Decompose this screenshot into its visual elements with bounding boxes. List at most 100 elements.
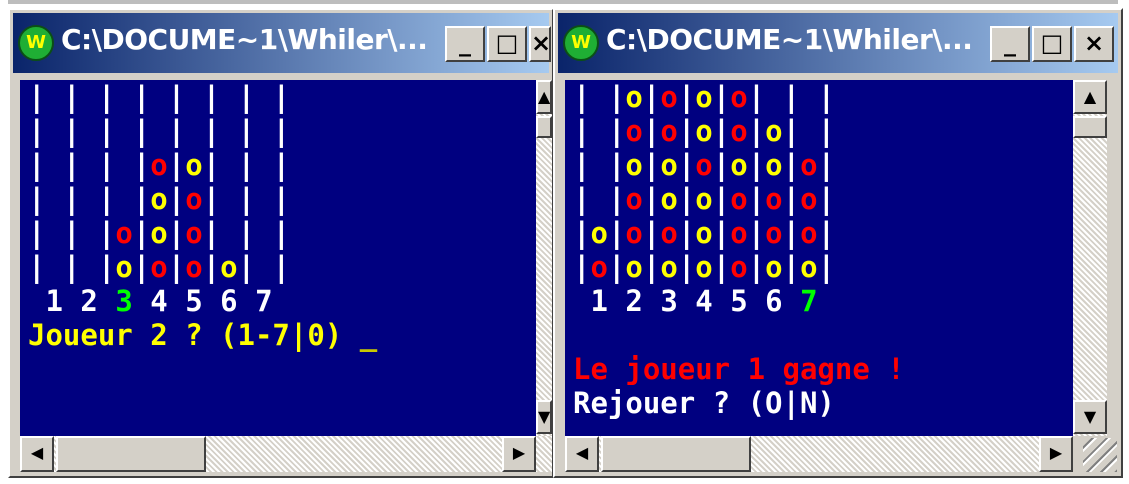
board-separator: | [167,250,186,284]
replay-prompt: Rejouer ? (O|N) [573,386,835,420]
yellow-disc: o [695,114,713,148]
board-separator: | [573,80,591,114]
empty-cell [590,114,607,148]
yellow-disc: o [185,148,203,182]
minimize-button[interactable]: _ [445,26,485,62]
horizontal-scrollbar[interactable]: ◀ ▶ [565,436,1073,472]
close-icon: × [531,29,551,57]
column-number: 4 [695,284,713,318]
console-text: | | | | | | | | | | | | | | | | | | | |o… [28,80,377,352]
empty-cell [45,114,62,148]
title-bar[interactable]: W C:\DOCUME~1\Whiler\... _ □ × [558,13,1118,73]
board-separator: | [677,148,696,182]
column-number: 5 [185,284,203,318]
red-disc: o [765,182,783,216]
empty-cell [255,80,272,114]
board-separator: | [202,182,221,216]
board-separator: | [817,250,836,284]
empty-cell [150,80,167,114]
board-separator: | [97,182,116,216]
resize-grip[interactable] [1083,438,1117,472]
yellow-disc: o [695,80,713,114]
board-separator: | [782,216,801,250]
board-separator: | [817,114,836,148]
board-separator: | [62,182,81,216]
board-separator: | [97,80,116,114]
maximize-icon: □ [495,29,519,57]
title-bar[interactable]: W C:\DOCUME~1\Whiler\... _ □ × [13,13,551,73]
board-row: | | | | | | | | [28,114,290,148]
app-icon[interactable]: W [563,25,599,61]
maximize-button[interactable]: □ [487,26,527,62]
board-separator: | [573,250,591,284]
board-separator: | [712,250,731,284]
scroll-down-button[interactable]: ▼ [536,400,552,434]
yellow-disc: o [150,216,168,250]
vertical-scrollbar[interactable]: ▲ ▼ [536,80,552,436]
board-separator: | [62,114,81,148]
vertical-scrollbar[interactable]: ▲ ▼ [1073,80,1107,436]
yellow-disc: o [800,250,818,284]
scroll-left-button[interactable]: ◀ [20,436,54,472]
empty-cell [185,114,202,148]
board-separator: | [712,80,731,114]
board-separator: | [237,80,256,114]
board-row: | |o|o|o|o| | | [573,80,835,114]
scroll-right-button[interactable]: ▶ [1039,436,1073,472]
red-disc: o [730,216,748,250]
yellow-disc: o [730,148,748,182]
minimize-button[interactable]: _ [990,26,1030,62]
board-separator: | [607,182,626,216]
board-separator: | [782,148,801,182]
board-separator: | [642,114,661,148]
scroll-thumb[interactable] [1073,116,1107,138]
close-button[interactable]: × [1074,26,1114,62]
empty-cell [255,250,272,284]
hscroll-thumb[interactable] [56,436,206,472]
console-window-left[interactable]: W C:\DOCUME~1\Whiler\... _ □ × | | | | |… [8,8,554,478]
red-disc: o [695,148,713,182]
board-separator: | [782,250,801,284]
scroll-up-button[interactable]: ▲ [536,80,552,114]
yellow-disc: o [765,114,783,148]
close-button[interactable]: × [529,26,551,62]
board-separator: | [132,80,151,114]
horizontal-scrollbar[interactable]: ◀ ▶ [20,436,552,472]
minimize-icon: _ [1004,29,1016,57]
empty-cell [80,114,97,148]
scroll-thumb[interactable] [536,116,552,138]
scroll-right-button[interactable]: ▶ [502,436,536,472]
empty-cell [115,114,132,148]
scroll-left-button[interactable]: ◀ [565,436,599,472]
yellow-disc: o [625,80,643,114]
minimize-icon: _ [459,29,471,57]
app-icon[interactable]: W [18,25,54,61]
red-disc: o [185,182,203,216]
board-row: | | |o|o|o| | | [28,216,290,250]
arrow-down-icon: ▼ [1083,407,1097,426]
board-separator: | [642,80,661,114]
console-window-right[interactable]: W C:\DOCUME~1\Whiler\... _ □ × | |o|o|o|… [553,8,1123,478]
scroll-up-button[interactable]: ▲ [1073,80,1107,114]
red-disc: o [590,250,608,284]
board-separator: | [62,216,81,250]
arrow-left-icon: ◀ [30,443,44,462]
empty-cell [45,80,62,114]
board-separator: | [642,216,661,250]
board-separator: | [167,216,186,250]
column-number: 1 [45,284,63,318]
arrow-up-icon: ▲ [1083,87,1097,106]
empty-cell [45,216,62,250]
yellow-disc: o [695,250,713,284]
board-separator: | [573,114,591,148]
hscroll-thumb[interactable] [601,436,751,472]
console-output[interactable]: | | | | | | | | | | | | | | | | | | | |o… [20,80,536,436]
red-disc: o [660,216,678,250]
board-separator: | [202,114,221,148]
top-divider [8,0,1118,4]
red-disc: o [115,216,133,250]
console-output[interactable]: | |o|o|o|o| | | | |o|o|o|o|o| | | |o|o|o… [565,80,1073,436]
maximize-button[interactable]: □ [1032,26,1072,62]
scroll-down-button[interactable]: ▼ [1073,400,1107,434]
board-separator: | [747,148,766,182]
